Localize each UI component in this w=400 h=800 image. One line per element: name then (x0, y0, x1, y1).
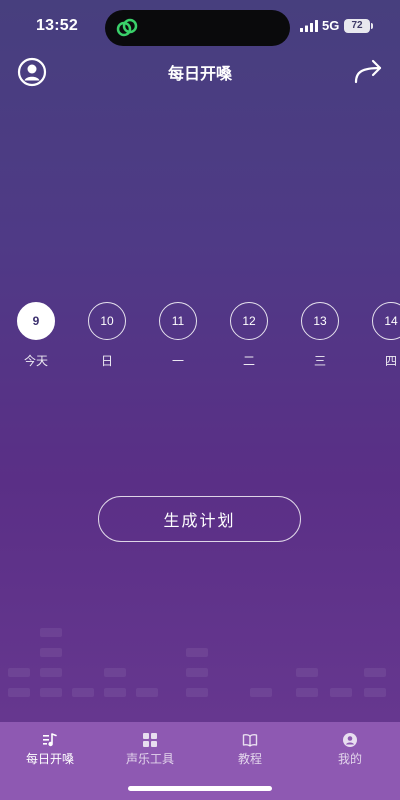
page-title: 每日开嗓 (167, 64, 232, 83)
share-arrow-icon[interactable] (352, 58, 384, 86)
equalizer-decoration (0, 610, 400, 722)
status-bar: 13:52 5G 72 (0, 0, 400, 54)
equalizer-bar (136, 688, 158, 697)
date-number: 14 (372, 302, 400, 340)
date-strip: 9 今天 10 日 11 一 12 二 13 三 14 四 (0, 302, 400, 372)
generate-plan-button[interactable]: 生成计划 (98, 496, 301, 542)
home-indicator (128, 786, 272, 791)
tab-vocal-tools[interactable]: 声乐工具 (100, 732, 200, 767)
date-item[interactable]: 11 一 (156, 302, 200, 369)
music-note-icon (43, 733, 57, 747)
date-weekday: 日 (100, 354, 113, 368)
dynamic-island (105, 10, 290, 46)
date-number: 10 (88, 302, 126, 340)
date-item[interactable]: 13 三 (298, 302, 342, 369)
equalizer-bar (104, 668, 126, 677)
date-number: 9 (17, 302, 55, 340)
date-weekday: 一 (171, 354, 184, 368)
date-item-today[interactable]: 9 今天 (14, 302, 58, 369)
network-type: 5G (322, 18, 340, 33)
equalizer-bar (186, 648, 208, 657)
tab-label: 我的 (337, 752, 362, 766)
tab-profile[interactable]: 我的 (300, 732, 400, 767)
date-weekday: 四 (384, 354, 397, 368)
equalizer-bar (296, 688, 318, 697)
daily-warmup-screen: 13:52 5G 72 每日开嗓 9 今天 10 日 11 一 12 二 13 … (0, 0, 400, 800)
tab-bar: 每日开嗓 声乐工具 教程 我的 (0, 722, 400, 800)
equalizer-bar (364, 668, 386, 677)
book-icon (242, 734, 258, 747)
date-item[interactable]: 12 二 (227, 302, 271, 369)
date-number: 11 (159, 302, 197, 340)
equalizer-bar (186, 688, 208, 697)
equalizer-bar (72, 688, 94, 697)
equalizer-bar (364, 688, 386, 697)
date-weekday: 二 (242, 354, 255, 368)
date-item[interactable]: 14 四 (369, 302, 400, 369)
header: 每日开嗓 (0, 54, 400, 90)
battery-level: 72 (344, 19, 373, 33)
equalizer-bar (40, 648, 62, 657)
equalizer-bar (8, 688, 30, 697)
equalizer-bar (250, 688, 272, 697)
status-time: 13:52 (36, 17, 78, 34)
grid-icon (143, 733, 157, 747)
date-item[interactable]: 10 日 (85, 302, 129, 369)
equalizer-bar (40, 688, 62, 697)
tab-label: 每日开嗓 (25, 752, 74, 766)
equalizer-bar (40, 628, 62, 637)
tab-daily-warmup[interactable]: 每日开嗓 (0, 732, 100, 767)
equalizer-bar (40, 668, 62, 677)
equalizer-bar (104, 688, 126, 697)
tab-label: 教程 (237, 752, 262, 766)
date-weekday: 今天 (23, 354, 48, 368)
signal-icon (300, 20, 318, 32)
equalizer-bar (8, 668, 30, 677)
tab-label: 声乐工具 (125, 752, 174, 766)
profile-icon (343, 733, 357, 747)
equalizer-bar (296, 668, 318, 677)
equalizer-bar (330, 688, 352, 697)
date-number: 12 (230, 302, 268, 340)
equalizer-bar (186, 668, 208, 677)
link-rings-icon (116, 18, 138, 37)
tab-tutorials[interactable]: 教程 (200, 732, 300, 767)
date-number: 13 (301, 302, 339, 340)
date-weekday: 三 (313, 354, 326, 368)
